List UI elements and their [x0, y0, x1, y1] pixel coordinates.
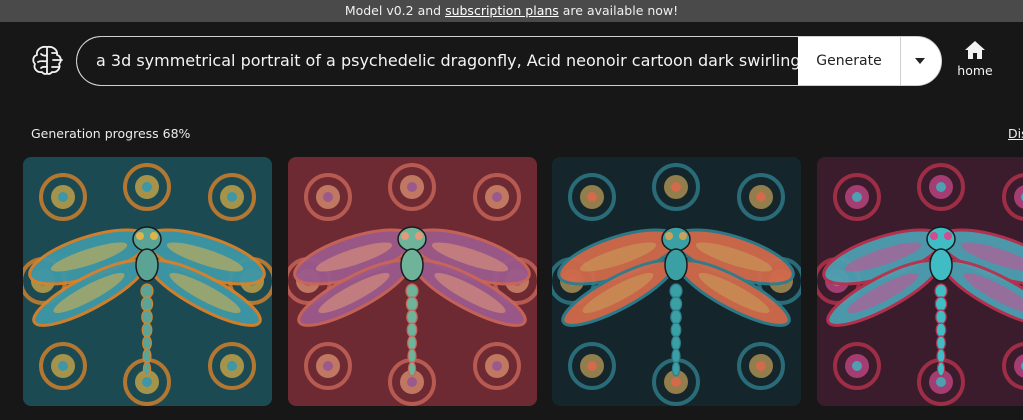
- banner-text-suffix: are available now!: [558, 3, 679, 18]
- home-nav-link[interactable]: home: [950, 40, 1000, 82]
- dragonfly-illustration: [817, 157, 1023, 406]
- dragonfly-image-2[interactable]: [288, 157, 537, 406]
- home-label: home: [957, 63, 993, 78]
- banner-text-prefix: Model v0.2 and: [344, 3, 446, 18]
- dragonfly-illustration: [288, 157, 537, 406]
- dragonfly-image-1[interactable]: [23, 157, 272, 406]
- generate-button[interactable]: Generate: [798, 37, 901, 85]
- announcement-banner: Model v0.2 and subscription plans are av…: [0, 0, 1023, 22]
- dragonfly-image-3[interactable]: [552, 157, 801, 406]
- caret-down-icon: [915, 58, 925, 64]
- home-icon: [965, 41, 985, 59]
- dragonfly-illustration: [23, 157, 272, 406]
- dragonfly-image-4[interactable]: [817, 157, 1023, 406]
- prompt-search-bar: a 3d symmetrical portrait of a psychedel…: [76, 36, 942, 86]
- prompt-input[interactable]: a 3d symmetrical portrait of a psychedel…: [77, 37, 798, 85]
- dragonfly-illustration: [552, 157, 801, 406]
- dismiss-link[interactable]: Dismiss: [1008, 126, 1023, 141]
- generation-progress-text: Generation progress 68%: [31, 126, 191, 141]
- subscription-plans-link[interactable]: subscription plans: [445, 3, 559, 18]
- brain-icon[interactable]: [30, 44, 64, 76]
- generate-options-dropdown[interactable]: [901, 37, 941, 85]
